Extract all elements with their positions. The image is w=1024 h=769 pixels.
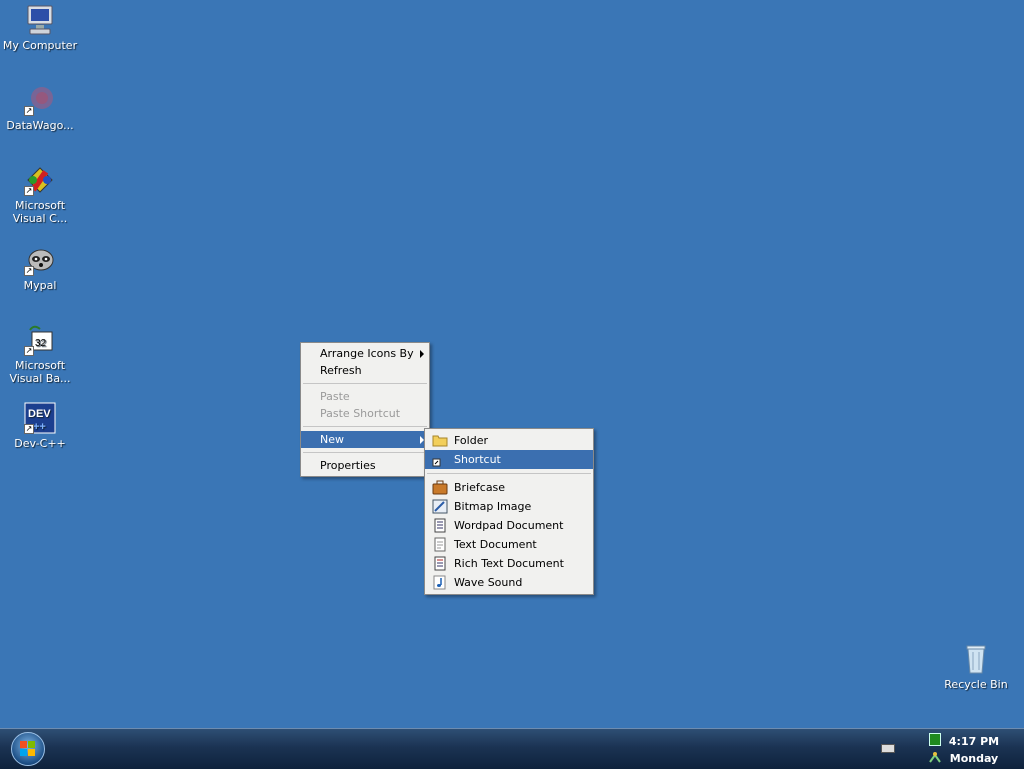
windows-logo-icon (20, 741, 35, 756)
desktop-icon-dev-cpp[interactable]: DEV ++ ↗ Dev-C++ (0, 402, 80, 450)
menu-item-new[interactable]: New (301, 431, 429, 448)
taskbar: 4:17 PM Monday (0, 728, 1024, 769)
new-item-shortcut[interactable]: Shortcut (425, 450, 593, 469)
wordpad-icon (432, 518, 448, 533)
desktop-icon-visual-basic[interactable]: 32 ↗ Microsoft Visual Ba... (0, 324, 80, 385)
menu-item-paste: Paste (301, 388, 429, 405)
folder-icon (432, 433, 448, 448)
desktop-icon-label: DataWago... (6, 119, 74, 132)
desktop-icon-label: Recycle Bin (944, 678, 1008, 691)
network-icon[interactable] (929, 751, 942, 763)
menu-separator (303, 383, 427, 384)
menu-item-label: Bitmap Image (454, 500, 532, 513)
new-submenu: Folder Shortcut Briefcase Bitmap Image W… (424, 428, 594, 595)
menu-item-arrange-icons-by[interactable]: Arrange Icons By (301, 345, 429, 362)
raccoon-icon: ↗ (24, 244, 56, 276)
menu-item-label: Wave Sound (454, 576, 523, 589)
text-document-icon (432, 537, 448, 552)
desktop-icon-label: My Computer (2, 39, 78, 52)
desktop-icon-datawago[interactable]: ↗ DataWago... (0, 84, 80, 132)
desktop-icon-my-computer[interactable]: My Computer (0, 4, 80, 52)
desktop-icon-label: Microsoft Visual Ba... (9, 359, 71, 385)
menu-item-label: Rich Text Document (454, 557, 564, 570)
desktop-icon-mypal[interactable]: ↗ Mypal (0, 244, 80, 292)
svg-text:DEV: DEV (28, 408, 51, 420)
submenu-arrow-icon (420, 350, 424, 358)
visual-cpp-icon: ↗ (24, 164, 56, 196)
clock[interactable]: 4:17 PM Monday (944, 733, 1004, 767)
new-item-wave-sound[interactable]: Wave Sound (425, 573, 593, 592)
clock-day: Monday (949, 752, 999, 765)
shortcut-arrow-icon: ↗ (24, 424, 34, 434)
desktop-icon-recycle-bin[interactable]: Recycle Bin (936, 643, 1016, 691)
menu-item-label: Properties (320, 459, 376, 472)
menu-item-refresh[interactable]: Refresh (301, 362, 429, 379)
dev-cpp-icon: DEV ++ ↗ (24, 402, 56, 434)
start-button[interactable] (11, 732, 45, 766)
tray-app-icon[interactable] (929, 733, 941, 746)
desktop[interactable]: My Computer ↗ DataWago... ↗ Microsoft Vi… (0, 0, 1024, 728)
menu-item-label: New (320, 433, 344, 446)
desktop-icon-label: Mypal (23, 279, 57, 292)
menu-item-label: Arrange Icons By (320, 347, 414, 360)
menu-item-label: Text Document (454, 538, 537, 551)
new-item-text-document[interactable]: Text Document (425, 535, 593, 554)
desktop-context-menu: Arrange Icons By Refresh Paste Paste Sho… (300, 342, 430, 477)
datawago-icon: ↗ (24, 84, 56, 116)
recycle-bin-icon (960, 643, 992, 675)
rich-text-icon (432, 556, 448, 571)
menu-item-label: Paste (320, 390, 350, 403)
bitmap-icon (432, 499, 448, 514)
briefcase-icon (432, 480, 448, 495)
clock-time: 4:17 PM (948, 735, 1000, 748)
shortcut-arrow-icon: ↗ (24, 346, 34, 356)
shortcut-arrow-icon: ↗ (24, 106, 34, 116)
menu-item-label: Folder (454, 434, 488, 447)
new-item-wordpad-document[interactable]: Wordpad Document (425, 516, 593, 535)
svg-text:32: 32 (35, 338, 47, 349)
menu-item-label: Paste Shortcut (320, 407, 401, 420)
menu-item-properties[interactable]: Properties (301, 457, 429, 474)
menu-item-label: Briefcase (454, 481, 506, 494)
new-item-briefcase[interactable]: Briefcase (425, 478, 593, 497)
new-item-rich-text-document[interactable]: Rich Text Document (425, 554, 593, 573)
shortcut-arrow-icon: ↗ (24, 266, 34, 276)
new-item-bitmap-image[interactable]: Bitmap Image (425, 497, 593, 516)
keyboard-icon[interactable] (881, 744, 895, 753)
menu-separator (303, 426, 427, 427)
desktop-icon-label: Microsoft Visual C... (12, 199, 68, 225)
desktop-icon-visual-c[interactable]: ↗ Microsoft Visual C... (0, 164, 80, 225)
desktop-icon-label: Dev-C++ (14, 437, 66, 450)
visual-basic-icon: 32 ↗ (24, 324, 56, 356)
menu-item-label: Refresh (320, 364, 362, 377)
shortcut-arrow-icon: ↗ (24, 186, 34, 196)
computer-icon (24, 4, 56, 36)
new-item-folder[interactable]: Folder (425, 431, 593, 450)
wave-sound-icon (432, 575, 448, 590)
menu-separator (427, 473, 591, 474)
svg-text:++: ++ (33, 421, 46, 433)
menu-item-label: Shortcut (454, 453, 501, 466)
menu-item-label: Wordpad Document (454, 519, 564, 532)
shortcut-icon (432, 452, 448, 467)
menu-item-paste-shortcut: Paste Shortcut (301, 405, 429, 422)
menu-separator (303, 452, 427, 453)
